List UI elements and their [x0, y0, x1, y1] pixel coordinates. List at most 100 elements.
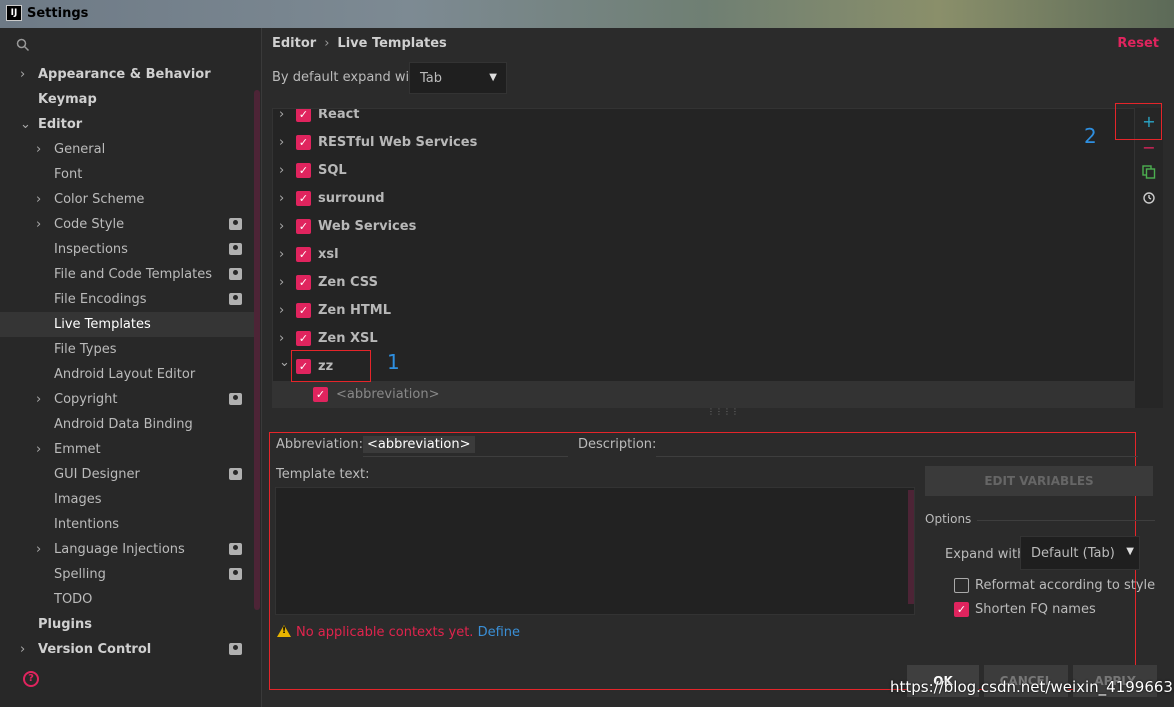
search-icon	[16, 38, 30, 52]
chevron-right-icon[interactable]: ›	[36, 187, 41, 212]
panel-splitter-handle[interactable]: ⋮⋮⋮⋮	[707, 408, 739, 416]
description-input[interactable]	[656, 456, 1138, 457]
chevron-right-icon[interactable]: ›	[20, 62, 25, 87]
chevron-right-icon[interactable]: ›	[279, 303, 284, 318]
sidebar-item-label: Keymap	[38, 92, 97, 107]
define-context-link[interactable]: Define	[478, 625, 520, 640]
project-scope-icon	[229, 243, 242, 255]
template-item-checkbox[interactable]: ✓	[313, 387, 328, 402]
chevron-right-icon[interactable]: ›	[36, 387, 41, 412]
sidebar-item-todo[interactable]: TODO	[0, 587, 258, 612]
chevron-right-icon[interactable]: ›	[279, 331, 284, 346]
sidebar-scrollbar[interactable]	[254, 90, 260, 610]
sidebar-item-spelling[interactable]: Spelling	[0, 562, 258, 587]
settings-search-input[interactable]	[14, 36, 254, 56]
chevron-right-icon[interactable]: ›	[36, 212, 41, 237]
chevron-down-icon[interactable]: ⌄	[279, 355, 290, 370]
reformat-label[interactable]: Reformat according to style	[975, 578, 1155, 593]
sidebar-item-file-and-code-templates[interactable]: File and Code Templates	[0, 262, 258, 287]
template-text-scrollbar[interactable]	[908, 490, 914, 604]
sidebar-item-font[interactable]: Font	[0, 162, 258, 187]
restore-template-button[interactable]	[1139, 190, 1159, 210]
chevron-right-icon[interactable]: ›	[36, 137, 41, 162]
chevron-down-icon[interactable]: ⌄	[20, 112, 31, 137]
template-group-row[interactable]: › ✓ React	[273, 109, 1134, 129]
template-item-row[interactable]: ✓ <abbreviation>	[273, 381, 1134, 407]
sidebar-item-version-control[interactable]: › Version Control	[0, 637, 258, 662]
template-group-row[interactable]: › ✓ Web Services	[273, 213, 1134, 241]
sidebar-item-intentions[interactable]: Intentions	[0, 512, 258, 537]
chevron-right-icon[interactable]: ›	[20, 637, 25, 662]
expand-with-select[interactable]: Default (Tab) ▼	[1020, 536, 1140, 570]
sidebar-item-editor[interactable]: ⌄ Editor	[0, 112, 258, 137]
abbreviation-input[interactable]: <abbreviation>	[363, 436, 475, 453]
template-group-row[interactable]: › ✓ Zen HTML	[273, 297, 1134, 325]
default-expand-select[interactable]: Tab ▼	[409, 62, 507, 94]
template-item-name: <abbreviation>	[336, 387, 440, 402]
chevron-right-icon[interactable]: ›	[279, 275, 284, 290]
chevron-right-icon[interactable]: ›	[36, 537, 41, 562]
sidebar-item-live-templates[interactable]: Live Templates	[0, 312, 258, 337]
template-group-row[interactable]: ⌄ ✓ zz	[273, 353, 1134, 381]
template-group-checkbox[interactable]: ✓	[296, 135, 311, 150]
sidebar-item-images[interactable]: Images	[0, 487, 258, 512]
help-icon[interactable]: ?	[23, 671, 39, 687]
template-group-checkbox[interactable]: ✓	[296, 163, 311, 178]
template-group-checkbox[interactable]: ✓	[296, 247, 311, 262]
sidebar-item-label: Images	[54, 492, 102, 507]
template-group-row[interactable]: › ✓ xsl	[273, 241, 1134, 269]
template-group-row[interactable]: › ✓ SQL	[273, 157, 1134, 185]
template-group-name: Zen HTML	[318, 303, 391, 318]
sidebar-item-color-scheme[interactable]: › Color Scheme	[0, 187, 258, 212]
sidebar-item-plugins[interactable]: Plugins	[0, 612, 258, 637]
template-group-row[interactable]: › ✓ surround	[273, 185, 1134, 213]
chevron-right-icon[interactable]: ›	[36, 437, 41, 462]
chevron-right-icon[interactable]: ›	[279, 219, 284, 234]
reformat-checkbox[interactable]	[954, 578, 969, 593]
templates-toolbar: + −	[1135, 108, 1163, 408]
chevron-right-icon[interactable]: ›	[279, 247, 284, 262]
template-group-checkbox[interactable]: ✓	[296, 275, 311, 290]
sidebar-item-general[interactable]: › General	[0, 137, 258, 162]
template-group-row[interactable]: › ✓ Zen XSL	[273, 325, 1134, 353]
template-text-area[interactable]	[275, 487, 915, 615]
template-group-checkbox[interactable]: ✓	[296, 219, 311, 234]
sidebar-item-label: Intentions	[54, 517, 120, 532]
sidebar-item-android-data-binding[interactable]: Android Data Binding	[0, 412, 258, 437]
chevron-right-icon[interactable]: ›	[279, 163, 284, 178]
sidebar-item-code-style[interactable]: › Code Style	[0, 212, 258, 237]
sidebar-item-file-types[interactable]: File Types	[0, 337, 258, 362]
sidebar-item-inspections[interactable]: Inspections	[0, 237, 258, 262]
sidebar-item-appearance-behavior[interactable]: › Appearance & Behavior	[0, 62, 258, 87]
sidebar-item-gui-designer[interactable]: GUI Designer	[0, 462, 258, 487]
sidebar-item-emmet[interactable]: › Emmet	[0, 437, 258, 462]
shorten-fq-checkbox[interactable]: ✓	[954, 602, 969, 617]
template-group-checkbox[interactable]: ✓	[296, 303, 311, 318]
template-group-checkbox[interactable]: ✓	[296, 191, 311, 206]
chevron-right-icon[interactable]: ›	[279, 135, 284, 150]
template-group-row[interactable]: › ✓ RESTful Web Services	[273, 129, 1134, 157]
sidebar-item-label: Android Layout Editor	[54, 367, 196, 382]
sidebar-item-keymap[interactable]: Keymap	[0, 87, 258, 112]
shorten-fq-label[interactable]: Shorten FQ names	[975, 602, 1096, 617]
reset-link[interactable]: Reset	[1117, 36, 1159, 51]
chevron-right-icon[interactable]: ›	[279, 109, 284, 122]
copy-template-button[interactable]	[1139, 164, 1159, 184]
edit-variables-button[interactable]: EDIT VARIABLES	[925, 466, 1153, 496]
sidebar-item-copyright[interactable]: › Copyright	[0, 387, 258, 412]
breadcrumb-separator: ›	[324, 36, 330, 51]
template-group-row[interactable]: › ✓ Zen CSS	[273, 269, 1134, 297]
template-group-checkbox[interactable]: ✓	[296, 109, 311, 122]
breadcrumb-editor[interactable]: Editor	[272, 36, 316, 51]
template-group-name: Zen XSL	[318, 331, 378, 346]
sidebar-item-language-injections[interactable]: › Language Injections	[0, 537, 258, 562]
sidebar-item-file-encodings[interactable]: File Encodings	[0, 287, 258, 312]
description-label: Description:	[578, 437, 657, 452]
chevron-right-icon[interactable]: ›	[279, 191, 284, 206]
breadcrumb: Editor › Live Templates	[272, 36, 447, 51]
sidebar-item-android-layout-editor[interactable]: Android Layout Editor	[0, 362, 258, 387]
template-group-checkbox[interactable]: ✓	[296, 331, 311, 346]
warning-text: No applicable contexts yet.	[296, 625, 474, 640]
remove-template-button[interactable]: −	[1139, 138, 1159, 158]
options-divider	[977, 520, 1155, 521]
